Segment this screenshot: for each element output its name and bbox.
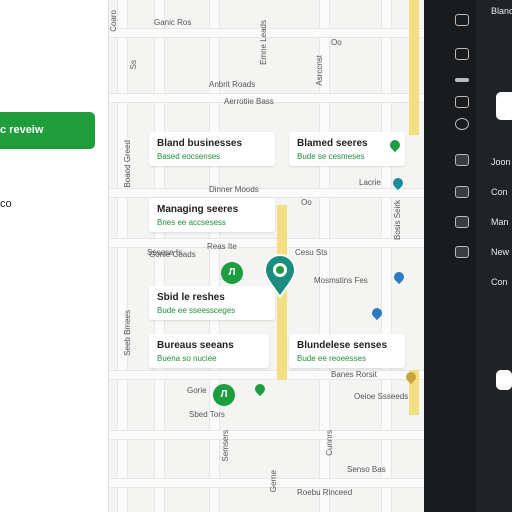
street-label: Cesu Sts bbox=[295, 248, 328, 257]
street-label: Ganic Ros bbox=[154, 18, 192, 27]
place-card[interactable]: Sbid le reshes Bude ee sseessceges bbox=[149, 286, 275, 320]
place-pin[interactable]: Л bbox=[213, 384, 235, 406]
side-panel-item[interactable]: Joon bbox=[491, 157, 511, 167]
edit-icon[interactable] bbox=[455, 14, 469, 26]
selected-location-pin[interactable] bbox=[262, 253, 298, 299]
street-label: Oo bbox=[301, 198, 312, 207]
street-label: Seeb Bmees bbox=[123, 310, 132, 356]
map-view[interactable]: Coaro Boaod Greed Seeb Bmees Ss Emne Lea… bbox=[109, 0, 424, 512]
map-toolbar bbox=[424, 0, 476, 512]
street-label: Boaod Greed bbox=[123, 140, 132, 188]
place-pin[interactable]: Л bbox=[221, 262, 243, 284]
toggle-button[interactable] bbox=[496, 370, 512, 390]
street-label: Lacrie bbox=[359, 178, 381, 187]
place-title: Sbid le reshes bbox=[157, 292, 225, 303]
place-title: Bureaus seeans bbox=[157, 340, 234, 351]
settings-icon[interactable] bbox=[455, 118, 469, 130]
place-title: Bland businesses bbox=[157, 138, 243, 149]
image-icon[interactable] bbox=[455, 154, 469, 166]
layers-icon[interactable] bbox=[455, 48, 469, 60]
grid-icon[interactable] bbox=[455, 216, 469, 228]
street-label: Cunnrs bbox=[325, 430, 334, 456]
list-icon[interactable] bbox=[455, 246, 469, 258]
place-subtitle: Buena so nuciee bbox=[157, 354, 217, 363]
street-label: Bosis Seirk bbox=[393, 200, 402, 241]
left-panel-text: co bbox=[0, 198, 12, 210]
place-title: Blamed seeres bbox=[297, 138, 368, 149]
side-panel-item[interactable]: Con bbox=[491, 187, 508, 197]
location-pin[interactable] bbox=[252, 381, 268, 397]
place-card[interactable]: Bland businesses Based eocsenses bbox=[149, 132, 275, 166]
side-panel-title: Bland bbox=[491, 6, 512, 16]
chat-bubble[interactable] bbox=[496, 92, 512, 120]
street-label: Asrccnst bbox=[315, 55, 324, 86]
place-subtitle: Bnes ee accsesess bbox=[157, 218, 226, 227]
road bbox=[109, 188, 424, 198]
street-label: Oeioe Ssseeds bbox=[354, 392, 409, 401]
marker-label: Sesese Is bbox=[147, 248, 183, 257]
user-icon[interactable] bbox=[455, 186, 469, 198]
place-card[interactable]: Blundelese senses Bude ee reoeesses bbox=[289, 334, 405, 368]
place-title: Blundelese senses bbox=[297, 340, 388, 351]
street-label: Senso Bas bbox=[347, 465, 386, 474]
place-subtitle: Bude se cesmeses bbox=[297, 152, 365, 161]
side-panel: Bland Joon Con Man New Con bbox=[476, 0, 512, 512]
street-label: Roebu Rlnceed bbox=[297, 488, 353, 497]
street-label: Oo bbox=[331, 38, 342, 47]
place-card[interactable]: Bureaus seeans Buena so nuciee bbox=[149, 334, 269, 368]
place-title: Managing seeres bbox=[157, 204, 239, 215]
street-label: Mosmstins Fes bbox=[314, 276, 368, 285]
place-card[interactable]: Blamed seeres Bude se cesmeses bbox=[289, 132, 405, 166]
side-panel-item[interactable]: Con bbox=[491, 277, 508, 287]
road bbox=[109, 478, 424, 488]
side-panel-item[interactable]: Man bbox=[491, 217, 509, 227]
place-card[interactable]: Managing seeres Bnes ee accsesess bbox=[149, 198, 275, 232]
street-label: Reas Ite bbox=[207, 242, 237, 251]
street-label: Ss bbox=[129, 60, 138, 70]
place-subtitle: Based eocsenses bbox=[157, 152, 221, 161]
street-label: Banes Rorsit bbox=[331, 370, 377, 379]
street-label: Aerrotiie Bass bbox=[224, 97, 274, 106]
street-label: Anbrit Roads bbox=[209, 80, 256, 89]
street-label: Dinner Moods bbox=[209, 185, 259, 194]
marker-label: Gorie bbox=[187, 386, 207, 395]
write-review-button[interactable]: c reveiw bbox=[0, 112, 95, 149]
road bbox=[109, 430, 424, 440]
street-label: Gerne bbox=[269, 470, 278, 493]
file-icon[interactable] bbox=[455, 96, 469, 108]
street-label: Sbed Tors bbox=[189, 410, 225, 419]
place-subtitle: Bude ee sseessceges bbox=[157, 306, 236, 315]
street-label: Semsers bbox=[221, 430, 230, 462]
street-label: Emne Leads bbox=[259, 20, 268, 65]
main-road bbox=[409, 0, 419, 135]
location-pin[interactable] bbox=[391, 269, 407, 285]
road bbox=[109, 238, 424, 248]
place-subtitle: Bude ee reoeesses bbox=[297, 354, 366, 363]
left-panel: c reveiw co bbox=[0, 0, 109, 512]
minus-icon[interactable] bbox=[455, 78, 469, 82]
street-label: Coaro bbox=[109, 10, 118, 32]
side-panel-item[interactable]: New bbox=[491, 247, 509, 257]
